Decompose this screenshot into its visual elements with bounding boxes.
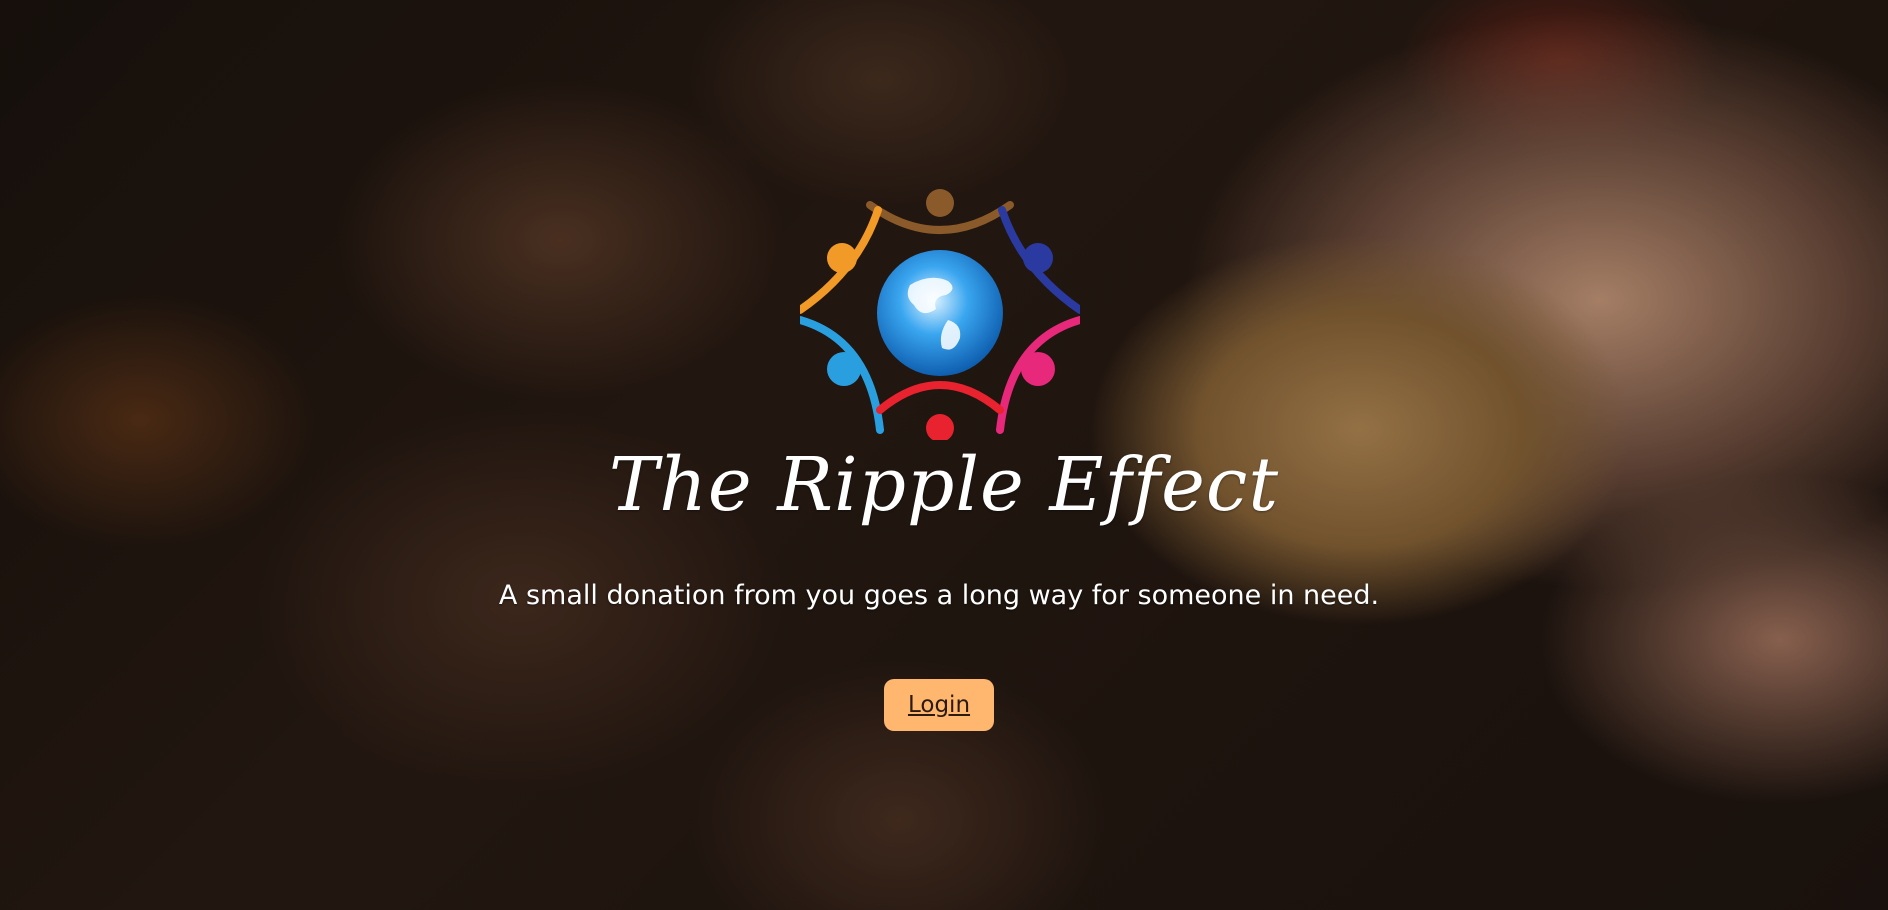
login-button[interactable]: Login	[884, 679, 994, 731]
brand-title: The Ripple Effect	[608, 442, 1280, 528]
tagline: A small donation from you goes a long wa…	[498, 580, 1380, 611]
hero-content: The Ripple Effect A small donation from …	[0, 0, 1888, 910]
people-around-globe-icon	[800, 189, 1080, 440]
